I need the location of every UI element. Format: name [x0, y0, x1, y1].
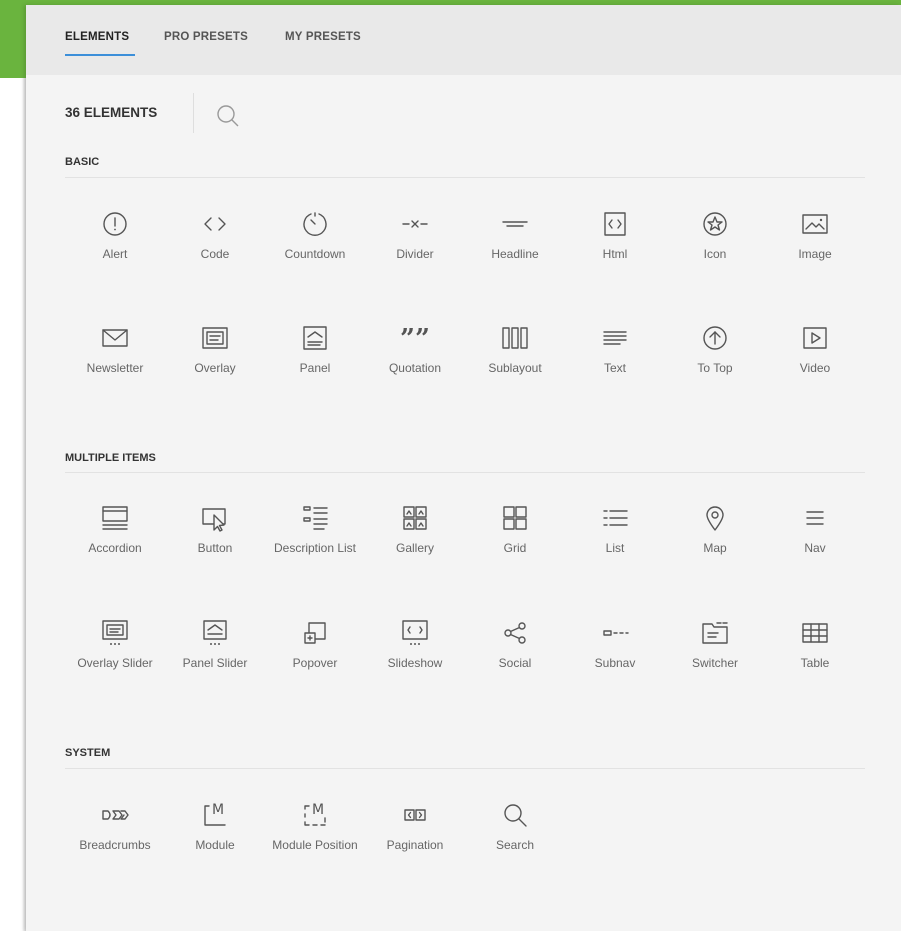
- elements-count: 36 ELEMENTS: [65, 105, 158, 120]
- element-module[interactable]: M Module: [160, 800, 270, 860]
- table-icon: [802, 623, 828, 643]
- nav-icon: [806, 511, 824, 525]
- map-icon: [706, 506, 724, 531]
- image-icon: [802, 214, 828, 234]
- element-nav[interactable]: Nav: [760, 503, 870, 563]
- search-toggle-icon[interactable]: [215, 103, 241, 129]
- sublayout-icon: [502, 327, 528, 349]
- element-alert[interactable]: Alert: [60, 209, 170, 269]
- section-divider: [65, 472, 865, 473]
- gallery-icon: [403, 506, 427, 530]
- popover-icon: [304, 622, 326, 644]
- pagination-icon: [404, 809, 426, 821]
- element-label: Video: [799, 361, 831, 375]
- element-slideshow[interactable]: Slideshow: [360, 618, 470, 678]
- button-icon: [202, 508, 226, 532]
- list-icon: [603, 510, 628, 526]
- element-newsletter[interactable]: Newsletter: [60, 323, 170, 383]
- element-code[interactable]: Code: [160, 209, 270, 269]
- element-countdown[interactable]: Countdown: [260, 209, 370, 269]
- element-html[interactable]: Html: [560, 209, 670, 269]
- element-pagination[interactable]: Pagination: [360, 800, 470, 860]
- video-icon: [803, 327, 827, 349]
- panel-icon: [303, 326, 327, 350]
- element-video[interactable]: Video: [760, 323, 870, 383]
- element-headline[interactable]: Headline: [460, 209, 570, 269]
- element-label: Image: [798, 247, 832, 261]
- headline-icon: [502, 221, 528, 227]
- divider-icon: [402, 220, 428, 228]
- countdown-icon: [303, 212, 327, 236]
- element-map[interactable]: Map: [660, 503, 770, 563]
- element-button[interactable]: Button: [160, 503, 270, 563]
- side-accent-bar: [0, 0, 26, 78]
- tab-pro-presets[interactable]: PRO PRESETS: [164, 31, 248, 43]
- elements-panel: ELEMENTS PRO PRESETS MY PRESETS 36 ELEME…: [26, 5, 901, 931]
- element-description-list[interactable]: Description List: [260, 503, 370, 563]
- panel-slider-icon: [203, 620, 227, 645]
- element-quotation[interactable]: ”” Quotation: [360, 323, 470, 383]
- element-switcher[interactable]: Switcher: [660, 618, 770, 678]
- element-popover[interactable]: Popover: [260, 618, 370, 678]
- module-icon: M: [204, 802, 226, 826]
- code-icon: [204, 217, 226, 231]
- element-module-position[interactable]: M Module Position: [260, 800, 370, 860]
- element-accordion[interactable]: Accordion: [60, 503, 170, 563]
- tab-elements[interactable]: ELEMENTS: [65, 31, 129, 43]
- section-title-system: SYSTEM: [65, 747, 111, 759]
- element-overlay-slider[interactable]: Overlay Slider: [60, 618, 170, 678]
- html-icon: [604, 212, 626, 236]
- switcher-icon: [702, 622, 728, 644]
- slideshow-icon: [402, 620, 428, 645]
- svg-text:””: ””: [400, 324, 430, 353]
- element-social[interactable]: Social: [460, 618, 570, 678]
- element-divider[interactable]: Divider: [360, 209, 470, 269]
- section-divider: [65, 768, 865, 769]
- element-search[interactable]: Search: [460, 800, 570, 860]
- element-subnav[interactable]: Subnav: [560, 618, 670, 678]
- section-title-basic: BASIC: [65, 156, 100, 168]
- overlay-slider-icon: [102, 620, 128, 645]
- element-table[interactable]: Table: [760, 618, 870, 678]
- social-icon: [504, 622, 526, 644]
- text-icon: [603, 331, 627, 345]
- newsletter-icon: [102, 329, 128, 347]
- tab-bar: ELEMENTS PRO PRESETS MY PRESETS: [26, 5, 901, 75]
- element-sublayout[interactable]: Sublayout: [460, 323, 570, 383]
- element-overlay[interactable]: Overlay: [160, 323, 270, 383]
- quotation-icon: ””: [400, 324, 430, 353]
- count-divider: [193, 93, 194, 133]
- element-label: Nav: [804, 541, 826, 555]
- element-image[interactable]: Image: [760, 209, 870, 269]
- module-position-icon: M: [304, 802, 326, 826]
- overlay-icon: [202, 327, 228, 349]
- element-breadcrumbs[interactable]: Breadcrumbs: [60, 800, 170, 860]
- active-tab-indicator: [65, 54, 135, 56]
- alert-icon: [103, 212, 127, 236]
- element-icon[interactable]: Icon: [660, 209, 770, 269]
- description-list-icon: [303, 506, 328, 530]
- element-text[interactable]: Text: [560, 323, 670, 383]
- element-list[interactable]: List: [560, 503, 670, 563]
- grid-icon: [503, 506, 527, 530]
- section-title-multiple-items: MULTIPLE ITEMS: [65, 452, 156, 464]
- section-divider: [65, 177, 865, 178]
- element-label: Table: [800, 656, 830, 670]
- star-icon: [703, 212, 727, 236]
- accordion-icon: [102, 506, 128, 530]
- element-panel-slider[interactable]: Panel Slider: [160, 618, 270, 678]
- svg-text:M: M: [212, 802, 224, 818]
- subnav-icon: [603, 630, 629, 636]
- svg-text:M: M: [312, 802, 324, 818]
- element-gallery[interactable]: Gallery: [360, 503, 470, 563]
- totop-icon: [703, 326, 727, 350]
- element-to-top[interactable]: To Top: [660, 323, 770, 383]
- tab-my-presets[interactable]: MY PRESETS: [285, 31, 361, 43]
- element-label: Search: [495, 838, 535, 852]
- breadcrumbs-icon: [102, 810, 129, 820]
- element-grid[interactable]: Grid: [460, 503, 570, 563]
- element-panel[interactable]: Panel: [260, 323, 370, 383]
- search-icon: [504, 804, 527, 827]
